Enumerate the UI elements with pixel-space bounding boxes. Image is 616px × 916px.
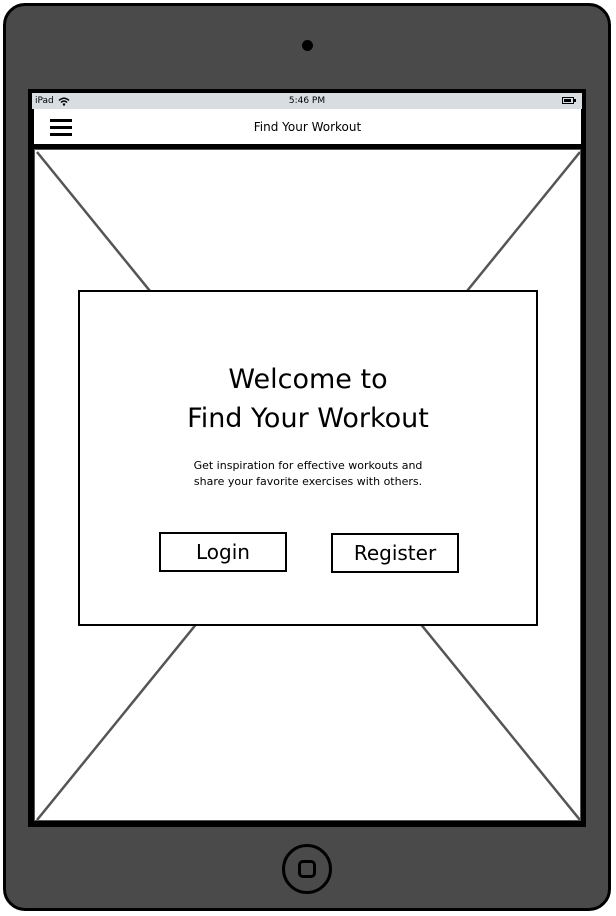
register-button[interactable]: Register bbox=[331, 533, 459, 573]
camera-icon bbox=[302, 40, 313, 51]
status-time: 5:46 PM bbox=[288, 96, 326, 106]
welcome-description: Get inspiration for effective workouts a… bbox=[80, 458, 536, 490]
description-line-1: Get inspiration for effective workouts a… bbox=[193, 459, 423, 472]
page-title: Find Your Workout bbox=[253, 120, 362, 134]
nav-bar: Find Your Workout bbox=[34, 109, 581, 147]
home-button[interactable] bbox=[282, 844, 332, 894]
login-button[interactable]: Login bbox=[159, 532, 287, 572]
welcome-line-2: Find Your Workout bbox=[187, 403, 429, 434]
welcome-line-1: Welcome to bbox=[228, 364, 388, 395]
status-bar: iPad 5:46 PM bbox=[32, 93, 582, 109]
welcome-heading: Welcome to Find Your Workout bbox=[80, 360, 536, 438]
description-line-2: share your favorite exercises with other… bbox=[193, 475, 423, 488]
welcome-panel: Welcome to Find Your Workout Get inspira… bbox=[78, 290, 538, 626]
battery-icon bbox=[562, 97, 576, 104]
